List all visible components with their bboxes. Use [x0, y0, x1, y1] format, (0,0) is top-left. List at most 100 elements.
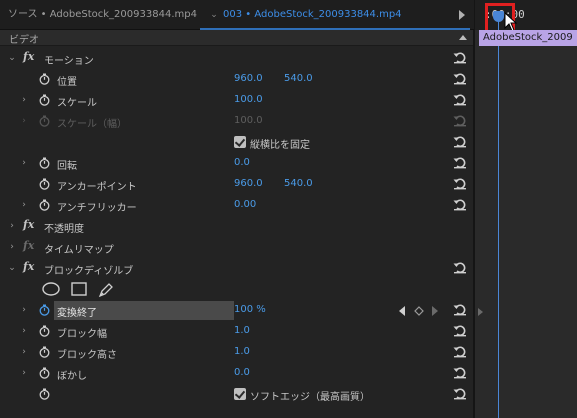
- chevron-right-icon: ›: [22, 116, 26, 126]
- ellipse-mask-icon[interactable]: [42, 282, 60, 296]
- param-block-height[interactable]: › ブロック高さ 1.0: [0, 342, 474, 363]
- param-feather[interactable]: › ぼかし 0.0: [0, 363, 474, 384]
- chevron-right-icon[interactable]: ›: [20, 368, 28, 378]
- pen-mask-icon[interactable]: [98, 282, 114, 298]
- reset-icon[interactable]: [453, 345, 467, 358]
- prev-keyframe-icon[interactable]: [399, 306, 405, 316]
- anti-flicker-value[interactable]: 0.00: [234, 199, 256, 210]
- param-label: 位置: [57, 77, 77, 88]
- reset-icon[interactable]: [453, 303, 467, 316]
- stopwatch-icon[interactable]: [39, 304, 50, 316]
- chevron-right-icon[interactable]: ›: [20, 200, 28, 210]
- transition-completion-value[interactable]: 100 %: [234, 304, 266, 315]
- collapse-up-icon[interactable]: [459, 35, 467, 40]
- param-scale[interactable]: › スケール 100.0: [0, 90, 474, 111]
- reset-icon[interactable]: [453, 156, 467, 169]
- fx-icon: fx: [23, 239, 35, 252]
- uniform-scale-checkbox[interactable]: [234, 136, 246, 148]
- fx-icon[interactable]: fx: [23, 50, 34, 63]
- play-icon[interactable]: [459, 10, 465, 20]
- chevron-right-icon[interactable]: ›: [8, 242, 16, 252]
- chevron-down-icon[interactable]: ⌄: [8, 263, 16, 273]
- section-label: ビデオ: [9, 35, 39, 46]
- stopwatch-icon[interactable]: [39, 388, 50, 400]
- block-height-value[interactable]: 1.0: [234, 346, 250, 357]
- tab-effect-controls-clip[interactable]: 003 • AdobeStock_200933844.mp4: [223, 0, 402, 30]
- feather-value[interactable]: 0.0: [234, 367, 250, 378]
- rotation-value[interactable]: 0.0: [234, 157, 250, 168]
- stopwatch-icon[interactable]: [39, 178, 50, 190]
- param-anti-flicker[interactable]: › アンチフリッカー 0.00: [0, 195, 474, 216]
- effect-opacity[interactable]: › fx 不透明度: [0, 216, 474, 237]
- chevron-right-icon[interactable]: ›: [20, 158, 28, 168]
- effect-title: 不透明度: [44, 224, 84, 235]
- chevron-right-icon[interactable]: ›: [20, 305, 28, 315]
- param-label: スケール: [57, 98, 97, 109]
- stopwatch-icon: [39, 115, 50, 127]
- add-keyframe-icon[interactable]: [414, 306, 424, 316]
- effect-time-remap[interactable]: › fx タイムリマップ: [0, 237, 474, 258]
- stopwatch-icon[interactable]: [39, 325, 50, 337]
- param-uniform-scale[interactable]: 縦横比を固定: [0, 132, 474, 153]
- reset-icon[interactable]: [453, 324, 467, 337]
- soft-edges-checkbox[interactable]: [234, 388, 246, 400]
- position-y-value[interactable]: 540.0: [284, 73, 313, 84]
- checkbox-label: 縦横比を固定: [250, 140, 310, 151]
- param-soft-edges[interactable]: ソフトエッジ（最高画質）: [0, 384, 474, 405]
- param-position[interactable]: 位置 960.0 540.0: [0, 69, 474, 90]
- stopwatch-icon[interactable]: [39, 94, 50, 106]
- chevron-right-icon[interactable]: ›: [8, 221, 16, 231]
- mask-tools: [0, 279, 474, 300]
- effect-block-dissolve[interactable]: ⌄ fx ブロックディゾルブ: [0, 258, 474, 279]
- reset-icon[interactable]: [453, 135, 467, 148]
- chevron-right-icon[interactable]: ›: [20, 326, 28, 336]
- param-label: ブロック高さ: [57, 350, 117, 361]
- scale-width-value: 100.0: [234, 115, 263, 126]
- chevron-right-icon[interactable]: ›: [20, 95, 28, 105]
- anchor-y-value[interactable]: 540.0: [284, 178, 313, 189]
- stopwatch-icon[interactable]: [39, 73, 50, 85]
- anchor-x-value[interactable]: 960.0: [234, 178, 263, 189]
- playhead-line: [498, 20, 499, 418]
- chevron-right-icon[interactable]: ›: [20, 347, 28, 357]
- param-anchor-point[interactable]: アンカーポイント 960.0 540.0: [0, 174, 474, 195]
- param-label: 回転: [57, 161, 77, 172]
- keyframe-navigator: [399, 306, 438, 316]
- rectangle-mask-icon[interactable]: [71, 282, 87, 296]
- next-keyframe-icon[interactable]: [432, 306, 438, 316]
- chevron-down-icon[interactable]: ⌄: [207, 0, 221, 30]
- param-label: 変換終了: [57, 308, 97, 319]
- reset-icon[interactable]: [453, 366, 467, 379]
- effect-title: タイムリマップ: [44, 245, 114, 256]
- param-transition-completion[interactable]: › 変換終了 100 %: [0, 300, 474, 321]
- position-x-value[interactable]: 960.0: [234, 73, 263, 84]
- tab-source[interactable]: ソース • AdobeStock_200933844.mp4: [8, 0, 197, 30]
- chevron-right-icon[interactable]: [478, 308, 483, 316]
- reset-icon[interactable]: [453, 177, 467, 190]
- reset-icon[interactable]: [453, 261, 467, 274]
- checkbox-label: ソフトエッジ（最高画質）: [250, 392, 370, 403]
- reset-icon[interactable]: [453, 198, 467, 211]
- effect-timeline[interactable]: :00:00 AdobeStock_2009: [474, 0, 577, 418]
- clip-bar[interactable]: AdobeStock_2009: [479, 30, 577, 46]
- fx-icon[interactable]: fx: [23, 260, 34, 273]
- mouse-cursor-icon: [504, 12, 518, 32]
- effect-motion[interactable]: ⌄ fx モーション: [0, 48, 474, 69]
- fx-icon[interactable]: fx: [23, 218, 34, 231]
- reset-icon[interactable]: [453, 387, 467, 400]
- param-label: ぼかし: [57, 371, 87, 382]
- effect-title: ブロックディゾルブ: [44, 266, 134, 277]
- param-label: アンカーポイント: [57, 182, 137, 193]
- stopwatch-icon[interactable]: [39, 367, 50, 379]
- chevron-down-icon[interactable]: ⌄: [8, 53, 16, 63]
- reset-icon[interactable]: [453, 51, 467, 64]
- stopwatch-icon[interactable]: [39, 157, 50, 169]
- reset-icon[interactable]: [453, 93, 467, 106]
- stopwatch-icon[interactable]: [39, 346, 50, 358]
- scale-value[interactable]: 100.0: [234, 94, 263, 105]
- reset-icon[interactable]: [453, 72, 467, 85]
- stopwatch-icon[interactable]: [39, 199, 50, 211]
- param-block-width[interactable]: › ブロック幅 1.0: [0, 321, 474, 342]
- block-width-value[interactable]: 1.0: [234, 325, 250, 336]
- param-rotation[interactable]: › 回転 0.0: [0, 153, 474, 174]
